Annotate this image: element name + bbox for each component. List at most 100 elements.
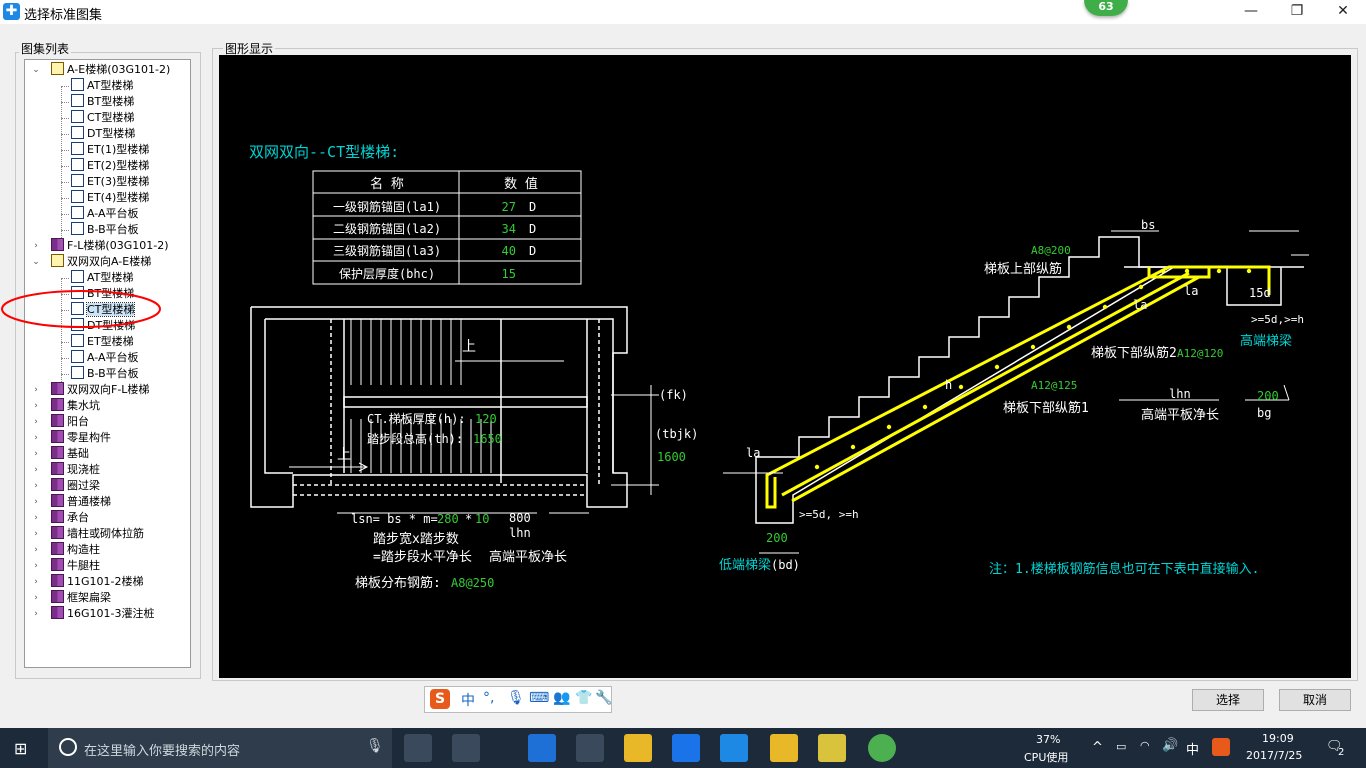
- select-button[interactable]: 选择: [1192, 689, 1264, 711]
- windows-start-icon[interactable]: ⊞: [14, 739, 27, 758]
- atlas-tree[interactable]: ⌄ A-E楼梯(03G101-2) AT型楼梯 BT型楼梯 CT型楼梯 DT型楼梯 ET(1…: [24, 59, 191, 668]
- skin-icon[interactable]: 👕: [575, 690, 592, 706]
- tree-leaf[interactable]: A-A平台板: [61, 206, 139, 222]
- expand-chevron-icon[interactable]: ›: [31, 606, 41, 622]
- file-explorer-icon[interactable]: [624, 734, 652, 762]
- tree-node[interactable]: ⌄ 双网双向A-E楼梯: [32, 254, 151, 270]
- tree-leaf[interactable]: AT型楼梯: [61, 270, 133, 286]
- expand-chevron-icon[interactable]: ›: [31, 478, 41, 494]
- ime-chinese-mode[interactable]: 中: [461, 690, 475, 710]
- tree-leaf[interactable]: ET型楼梯: [61, 334, 134, 350]
- tree-node[interactable]: › 11G101-2楼梯: [34, 574, 143, 590]
- user-icon[interactable]: 👥: [553, 690, 570, 706]
- section-lower-bar2-spec[interactable]: A12@120: [1177, 347, 1223, 360]
- tree-leaf[interactable]: AT型楼梯: [61, 78, 133, 94]
- battery-icon[interactable]: ▭: [1116, 740, 1126, 753]
- cancel-button[interactable]: 取消: [1279, 689, 1351, 711]
- tree-leaf[interactable]: A-A平台板: [61, 350, 139, 366]
- tree-leaf[interactable]: ET(4)型楼梯: [61, 190, 149, 206]
- drawing-canvas[interactable]: 双网双向--CT型楼梯: 名 称 数 值 一级钢筋锚固(la1) 27 D 二级…: [219, 55, 1351, 678]
- tree-node[interactable]: › 基础: [34, 446, 89, 462]
- plan-height-value[interactable]: 1650: [473, 432, 502, 446]
- expand-chevron-icon[interactable]: ›: [31, 558, 41, 574]
- table-row-value[interactable]: 15: [502, 267, 516, 281]
- help-app-icon[interactable]: [818, 734, 846, 762]
- table-row-value[interactable]: 34: [502, 222, 516, 236]
- table-row-value[interactable]: 40: [502, 244, 516, 258]
- store-icon[interactable]: [576, 734, 604, 762]
- ime-language[interactable]: 中: [1186, 739, 1199, 758]
- tree-leaf[interactable]: DT型楼梯: [61, 126, 135, 142]
- collapse-chevron-icon[interactable]: ⌄: [31, 254, 41, 270]
- expand-chevron-icon[interactable]: ›: [31, 510, 41, 526]
- tree-node[interactable]: › 阳台: [34, 414, 89, 430]
- clock-time[interactable]: 19:09: [1262, 732, 1294, 745]
- expand-chevron-icon[interactable]: ›: [31, 574, 41, 590]
- wifi-icon[interactable]: ◠: [1140, 739, 1150, 752]
- maximize-button[interactable]: ❐: [1274, 0, 1320, 24]
- ime-punct-mode[interactable]: °,: [483, 690, 494, 706]
- close-button[interactable]: ✕: [1320, 0, 1366, 24]
- plan-lhn-value[interactable]: 800: [509, 511, 531, 525]
- section-lower-bar1-spec[interactable]: A12@125: [1031, 379, 1077, 392]
- plan-dist-value[interactable]: A8@250: [451, 576, 494, 590]
- tree-node[interactable]: › F-L楼梯(03G101-2): [34, 238, 169, 254]
- clock-date[interactable]: 2017/7/25: [1246, 749, 1302, 762]
- green-app-icon[interactable]: [868, 734, 896, 762]
- expand-chevron-icon[interactable]: ›: [31, 526, 41, 542]
- tree-node[interactable]: › 承台: [34, 510, 89, 526]
- tray-chevron-up-icon[interactable]: ^: [1092, 740, 1103, 755]
- section-top-bar-spec[interactable]: A8@200: [1031, 244, 1071, 257]
- expand-chevron-icon[interactable]: ›: [31, 446, 41, 462]
- taskbar-search[interactable]: 在这里输入你要搜索的内容 🎙: [48, 728, 392, 768]
- sogou-tray-icon[interactable]: [1212, 738, 1230, 756]
- tree-node[interactable]: › 16G101-3灌注桩: [34, 606, 154, 622]
- tree-node[interactable]: › 现浇桩: [34, 462, 100, 478]
- plan-thickness-value[interactable]: 120: [475, 412, 497, 426]
- tree-leaf[interactable]: ET(2)型楼梯: [61, 158, 149, 174]
- expand-chevron-icon[interactable]: ›: [31, 238, 41, 254]
- tree-node[interactable]: › 框架扁梁: [34, 590, 111, 606]
- tree-leaf[interactable]: B-B平台板: [61, 366, 139, 382]
- section-bg-value[interactable]: 200: [1257, 389, 1279, 403]
- tree-node[interactable]: › 普通楼梯: [34, 494, 111, 510]
- notepad-icon[interactable]: [770, 734, 798, 762]
- microphone-icon[interactable]: 🎙: [366, 738, 384, 754]
- tree-leaf[interactable]: BT型楼梯: [61, 94, 134, 110]
- rebar-app-icon[interactable]: [720, 734, 748, 762]
- tree-node[interactable]: › 牛腿柱: [34, 558, 100, 574]
- tree-node[interactable]: › 集水坑: [34, 398, 100, 414]
- table-row-value[interactable]: 27: [502, 200, 516, 214]
- minimize-button[interactable]: —: [1228, 0, 1274, 24]
- browser-swirl-icon[interactable]: [452, 734, 480, 762]
- expand-chevron-icon[interactable]: ›: [31, 542, 41, 558]
- notification-badge[interactable]: 63: [1084, 0, 1128, 16]
- plan-lsn-m[interactable]: 10: [475, 512, 489, 526]
- tree-leaf[interactable]: ET(1)型楼梯: [61, 142, 149, 158]
- tree-node[interactable]: › 零星构件: [34, 430, 111, 446]
- plan-tbjk-value[interactable]: 1600: [657, 450, 686, 464]
- tree-node[interactable]: › 圈过梁: [34, 478, 100, 494]
- tree-node[interactable]: › 构造柱: [34, 542, 100, 558]
- taskview-icon[interactable]: [404, 734, 432, 762]
- tree-leaf[interactable]: B-B平台板: [61, 222, 139, 238]
- keyboard-icon[interactable]: ⌨: [529, 690, 549, 706]
- tree-leaf[interactable]: ET(3)型楼梯: [61, 174, 149, 190]
- expand-chevron-icon[interactable]: ›: [31, 398, 41, 414]
- edge-icon[interactable]: [528, 734, 556, 762]
- tree-node[interactable]: › 墙柱或砌体拉筋: [34, 526, 144, 542]
- settings-wrench-icon[interactable]: 🔧: [595, 690, 612, 706]
- section-low-value[interactable]: 200: [766, 531, 788, 545]
- expand-chevron-icon[interactable]: ›: [31, 414, 41, 430]
- tree-node[interactable]: › 双网双向F-L楼梯: [34, 382, 149, 398]
- expand-chevron-icon[interactable]: ›: [31, 590, 41, 606]
- glodon-icon[interactable]: [672, 734, 700, 762]
- ime-toolbar[interactable]: S 中 °, 🎙 ⌨ 👥 👕 🔧: [424, 686, 612, 713]
- tree-leaf[interactable]: CT型楼梯: [61, 110, 134, 126]
- expand-chevron-icon[interactable]: ›: [31, 462, 41, 478]
- tree-node[interactable]: ⌄ A-E楼梯(03G101-2): [32, 62, 170, 78]
- expand-chevron-icon[interactable]: ›: [31, 430, 41, 446]
- volume-icon[interactable]: 🔊: [1162, 738, 1178, 753]
- expand-chevron-icon[interactable]: ›: [31, 494, 41, 510]
- collapse-chevron-icon[interactable]: ⌄: [31, 62, 41, 78]
